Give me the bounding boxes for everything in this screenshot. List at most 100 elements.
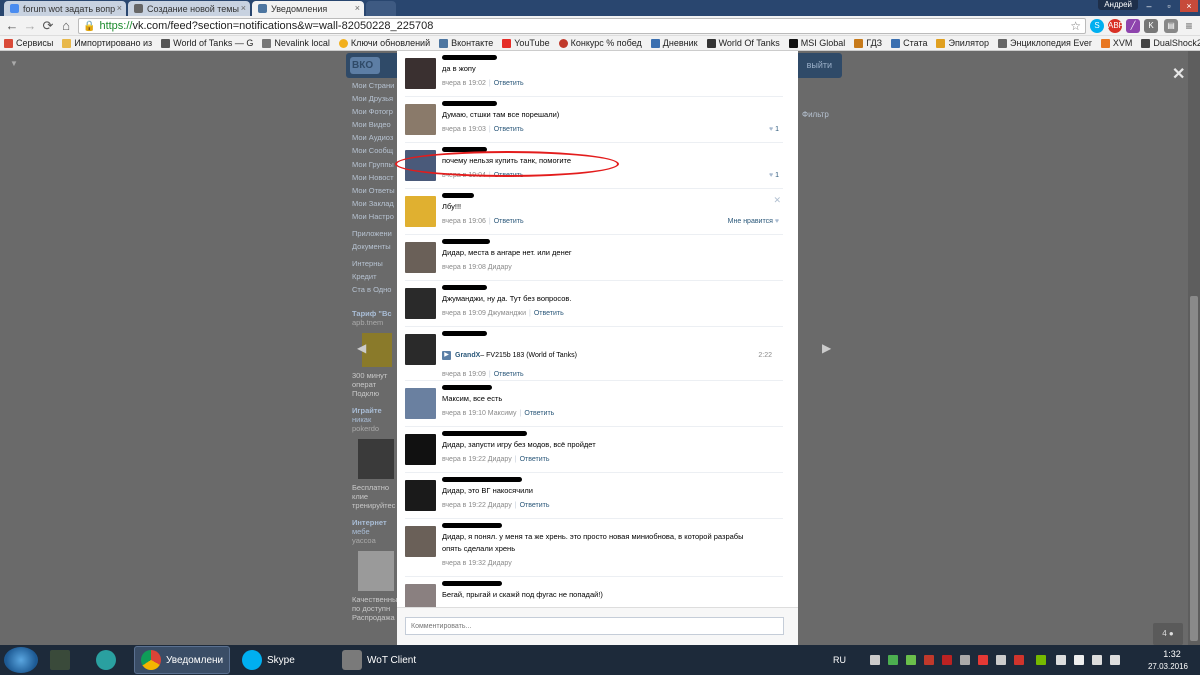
taskbar-wot-window[interactable]: WoT Client (338, 646, 438, 674)
taskbar-chrome-window[interactable]: Уведомлени (134, 646, 230, 674)
avatar[interactable] (405, 526, 436, 557)
minimize-icon[interactable]: – (1140, 0, 1158, 12)
tray-icon[interactable] (870, 655, 880, 665)
close-tab-icon[interactable]: × (241, 3, 246, 13)
vk-logo[interactable]: ВКО (350, 57, 380, 74)
adblock-extension-icon[interactable]: ABP (1108, 19, 1124, 33)
k-extension-icon[interactable]: K (1144, 19, 1158, 33)
bookmark-item[interactable]: World of Tanks — G (161, 38, 253, 48)
close-tab-icon[interactable]: × (355, 3, 360, 13)
bookmark-item[interactable]: ГДЗ (854, 38, 882, 48)
taskbar-skype-window[interactable]: Skype (238, 646, 332, 674)
avatar[interactable] (405, 480, 436, 511)
comment-time[interactable]: вчера в 19:06 (442, 218, 486, 225)
volume-icon[interactable] (1110, 655, 1120, 665)
home-icon[interactable]: ⌂ (58, 18, 74, 34)
new-tab-button[interactable] (366, 1, 396, 16)
reply-link[interactable]: Ответить (494, 218, 524, 225)
avatar[interactable] (405, 434, 436, 465)
avatar[interactable] (405, 58, 436, 89)
profile-user-badge[interactable]: Андрей (1098, 0, 1138, 10)
play-icon[interactable]: ▶ (442, 351, 451, 360)
reply-link[interactable]: Ответить (520, 502, 550, 509)
bookmark-item[interactable]: Nevalink local (262, 38, 330, 48)
bookmark-item[interactable]: World Of Tanks (706, 38, 780, 48)
comments-feed[interactable]: да в жопу вчера в 19:02 | Ответить Думаю, … (397, 51, 798, 607)
bookmark-item[interactable]: Сервисы (4, 38, 53, 48)
bookmark-item[interactable]: MSI Global (788, 38, 845, 48)
ad-title[interactable]: Играйте (352, 406, 397, 415)
comment-time[interactable]: вчера в 19:03 (442, 126, 486, 133)
bookmark-item[interactable]: DualShock2 (1141, 38, 1200, 48)
tray-icon[interactable] (1036, 655, 1046, 665)
like-button[interactable]: ♥ 1 (769, 172, 779, 179)
reload-icon[interactable]: ⟳ (40, 18, 56, 34)
skype-extension-icon[interactable]: S (1090, 19, 1104, 33)
comment-time[interactable]: вчера в 19:09 (442, 371, 486, 378)
bookmark-item[interactable]: Вконтакте (439, 38, 493, 48)
extension-icon[interactable]: ▤ (1164, 19, 1178, 33)
back-arrow-icon[interactable]: ← (4, 18, 20, 34)
tab-notifications[interactable]: Уведомления × (252, 1, 364, 16)
bookmark-star-icon[interactable]: ☆ (1070, 19, 1081, 33)
close-tab-icon[interactable]: × (117, 3, 122, 13)
reply-link[interactable]: Ответить (494, 126, 524, 133)
tray-icon[interactable] (996, 655, 1006, 665)
taskbar-pinned-app[interactable] (96, 646, 126, 674)
tray-icon[interactable] (942, 655, 952, 665)
clock-time[interactable]: 1:32 (1152, 649, 1192, 659)
avatar[interactable] (405, 242, 436, 273)
delete-comment-icon[interactable]: ✕ (773, 195, 781, 206)
avatar[interactable] (405, 584, 436, 607)
like-button[interactable]: ♥ 1 (769, 126, 779, 133)
reply-link[interactable]: Ответить (534, 310, 564, 317)
reply-link[interactable]: Ответить (524, 410, 554, 417)
tab-forum-wot[interactable]: forum wot задать вопр × (4, 1, 126, 16)
bookmark-item[interactable]: Ключи обновлений (338, 38, 430, 48)
scrollbar-thumb[interactable] (1190, 296, 1198, 641)
tab-create-topic[interactable]: Создание новой темы × (128, 1, 250, 16)
taskbar-pinned-app[interactable] (50, 646, 80, 674)
bookmark-item[interactable]: Эпилятор (936, 38, 989, 48)
ad-image[interactable] (362, 333, 392, 367)
start-button[interactable] (4, 647, 38, 673)
bookmark-item[interactable]: YouTube (502, 38, 550, 48)
bookmark-item[interactable]: XVM (1100, 38, 1132, 48)
window-close-icon[interactable]: × (1180, 0, 1198, 12)
avatar[interactable] (405, 196, 436, 227)
comment-time[interactable]: вчера в 19:22 Дидару (442, 502, 512, 509)
comment-time[interactable]: вчера в 19:10 Максиму (442, 410, 517, 417)
ad-title[interactable]: Тариф "Вс (352, 309, 397, 318)
bookmark-item[interactable]: Дневник (650, 38, 698, 48)
tray-icon[interactable] (1056, 655, 1066, 665)
address-bar[interactable]: 🔒 https:// vk.com/feed?section=notificat… (78, 18, 1086, 34)
comment-time[interactable]: вчера в 19:02 (442, 80, 486, 87)
tray-icon[interactable] (1014, 655, 1024, 665)
comment-time[interactable]: вчера в 19:09 Джуманджи (442, 310, 526, 317)
ad-title[interactable]: никак (352, 415, 397, 424)
reply-link[interactable]: Ответить (520, 456, 550, 463)
ad-image[interactable] (358, 439, 394, 479)
avatar[interactable] (405, 334, 436, 365)
like-button[interactable]: Мне нравится ♥ (728, 218, 779, 225)
avatar[interactable] (405, 388, 436, 419)
comment-input[interactable] (405, 617, 784, 635)
unread-messages-badge[interactable]: 4 ● (1153, 623, 1183, 645)
tray-icon[interactable] (924, 655, 934, 665)
forward-arrow-icon[interactable]: → (22, 18, 38, 34)
network-icon[interactable] (1092, 655, 1102, 665)
tray-icon[interactable] (1074, 655, 1084, 665)
pencil-extension-icon[interactable]: ╱ (1126, 19, 1140, 33)
video-attachment[interactable]: ▶ GrandX – FV215b 183 (World of Tanks) 2… (442, 351, 782, 360)
tray-icon[interactable] (888, 655, 898, 665)
reply-link[interactable]: Ответить (494, 371, 524, 378)
tray-icon[interactable] (978, 655, 988, 665)
prev-arrow-icon[interactable]: ◀ (357, 341, 366, 355)
comment-time[interactable]: вчера в 19:22 Дидару (442, 456, 512, 463)
close-modal-icon[interactable]: ✕ (1172, 64, 1185, 84)
comment-time[interactable]: вчера в 19:08 Дидару (442, 264, 512, 271)
tray-icon[interactable] (960, 655, 970, 665)
page-scrollbar[interactable] (1188, 51, 1200, 645)
filter-link[interactable]: Фильтр (802, 110, 829, 119)
bookmark-item[interactable]: Импортировано из (62, 38, 152, 48)
